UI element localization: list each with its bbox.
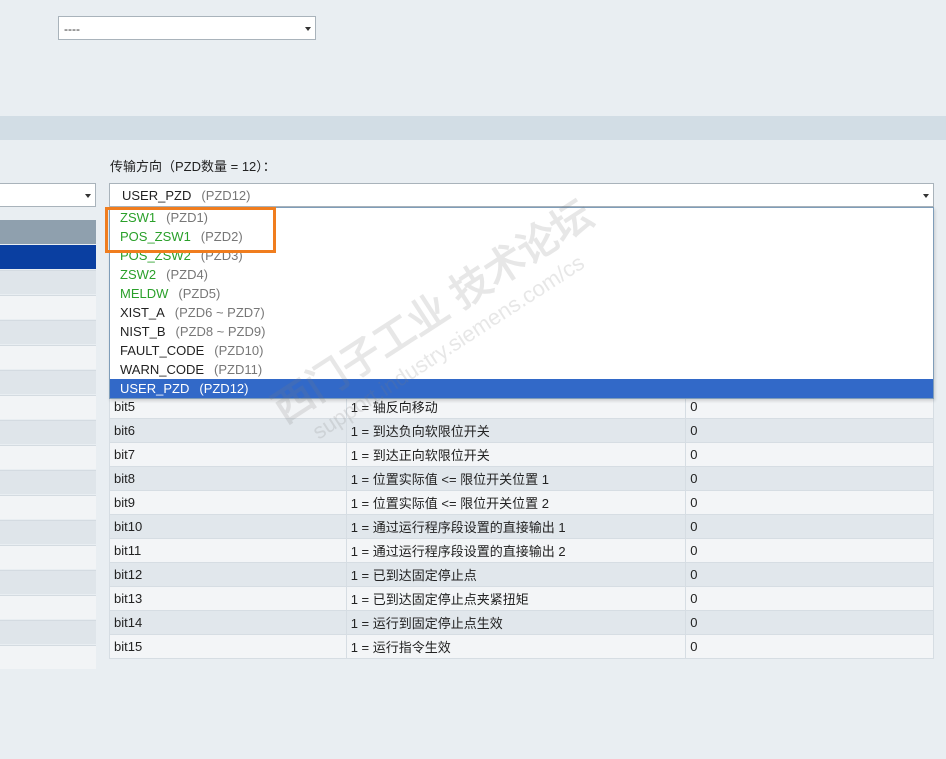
dropdown-option-name: WARN_CODE [120, 362, 205, 377]
dropdown-option-name: XIST_A [120, 305, 165, 320]
table-row[interactable]: bit8 1 = 位置实际值 <= 限位开关位置 10 [109, 466, 934, 491]
value-cell: 0 [685, 562, 934, 587]
left-table-row[interactable] [0, 520, 96, 544]
bit-cell: bit9 [109, 490, 347, 515]
telegram-select-pzd: (PZD12) [201, 188, 251, 203]
description-cell: 1 = 到达负向软限位开关 [345, 418, 687, 443]
left-table-header [0, 220, 96, 244]
left-table-row[interactable] [0, 345, 96, 369]
value-cell: 0 [685, 442, 934, 467]
left-select[interactable] [0, 183, 96, 207]
description-cell: 1 = 已到达固定停止点夹紧扭矩 [345, 586, 687, 611]
left-table-row[interactable] [0, 595, 96, 619]
table-row[interactable]: bit7 1 = 到达正向软限位开关 0 [109, 442, 934, 467]
description-cell: 1 = 位置实际值 <= 限位开关位置 1 [345, 466, 687, 491]
chevron-down-icon[interactable] [923, 194, 929, 198]
dropdown-option[interactable]: XIST_A (PZD6 ~ PZD7) [110, 303, 933, 322]
left-table-row[interactable] [0, 620, 96, 644]
bit-cell: bit15 [109, 634, 347, 659]
value-cell: 0 [685, 610, 934, 635]
dropdown-option[interactable]: NIST_B (PZD8 ~ PZD9) [110, 322, 933, 341]
dropdown-option-pzd: (PZD11) [214, 362, 263, 377]
dropdown-option-pzd: (PZD10) [214, 343, 264, 358]
left-table-row[interactable] [0, 370, 96, 394]
description-cell: 1 = 到达正向软限位开关 [345, 442, 687, 467]
dropdown-option[interactable]: FAULT_CODE (PZD10) [110, 341, 933, 360]
description-cell: 1 = 已到达固定停止点 [345, 562, 687, 587]
dropdown-option[interactable]: USER_PZD (PZD12) [110, 379, 933, 398]
bit-cell: bit12 [109, 562, 347, 587]
table-row[interactable]: bit12 1 = 已到达固定停止点 0 [109, 562, 934, 587]
status-bit-table: bit5 1 = 轴反向移动 0 bit6 1 = 到达负向软限位开关 0 bit7 1 = … [109, 394, 934, 659]
left-table-row-selected[interactable] [0, 245, 96, 269]
value-cell: 0 [685, 418, 934, 443]
top-select[interactable]: ---- [58, 16, 316, 40]
table-row[interactable]: bit6 1 = 到达负向软限位开关 0 [109, 418, 934, 443]
dropdown-option-name: NIST_B [120, 324, 166, 339]
left-table-row[interactable] [0, 420, 96, 444]
dropdown-option[interactable]: MELDW (PZD5) [110, 284, 933, 303]
dropdown-option-pzd: (PZD5) [178, 286, 221, 301]
telegram-select-value: USER_PZD (PZD12) [122, 188, 250, 203]
value-cell: 0 [685, 514, 934, 539]
dropdown-option-pzd: (PZD4) [166, 267, 209, 282]
description-cell: 1 = 运行指令生效 [345, 634, 687, 659]
left-table-row[interactable] [0, 470, 96, 494]
bit-cell: bit8 [109, 466, 347, 491]
value-cell: 0 [685, 490, 934, 515]
left-table-row[interactable] [0, 270, 96, 294]
dropdown-option[interactable]: WARN_CODE (PZD11) [110, 360, 933, 379]
direction-label: 传输方向（PZD数量 = 12）： [110, 159, 276, 174]
table-row[interactable]: bit13 1 = 已到达固定停止点夹紧扭矩 0 [109, 586, 934, 611]
left-table-row[interactable] [0, 320, 96, 344]
dropdown-option-pzd: (PZD8 ~ PZD9) [175, 324, 266, 339]
left-table-row[interactable] [0, 645, 96, 669]
value-cell: 0 [685, 634, 934, 659]
dropdown-option[interactable]: ZSW2 (PZD4) [110, 265, 933, 284]
dropdown-option-name: USER_PZD [120, 381, 190, 396]
telegram-select-name: USER_PZD [122, 188, 192, 203]
value-cell: 0 [685, 538, 934, 563]
section-band [0, 116, 946, 140]
bit-cell: bit7 [109, 442, 347, 467]
dropdown-option-pzd: (PZD12) [199, 381, 249, 396]
bit-cell: bit11 [109, 538, 347, 563]
value-cell: 0 [685, 466, 934, 491]
chevron-down-icon[interactable] [305, 27, 311, 31]
left-table-row[interactable] [0, 445, 96, 469]
description-cell: 1 = 通过运行程序段设置的直接输出 2 [345, 538, 687, 563]
left-table-row[interactable] [0, 495, 96, 519]
table-row[interactable]: bit10 1 = 通过运行程序段设置的直接输出 10 [109, 514, 934, 539]
description-cell: 1 = 运行到固定停止点生效 [345, 610, 687, 635]
table-row[interactable]: bit11 1 = 通过运行程序段设置的直接输出 20 [109, 538, 934, 563]
bit-cell: bit6 [109, 418, 347, 443]
table-row[interactable]: bit9 1 = 位置实际值 <= 限位开关位置 20 [109, 490, 934, 515]
left-table-row[interactable] [0, 395, 96, 419]
dropdown-option-name: FAULT_CODE [120, 343, 205, 358]
description-cell: 1 = 通过运行程序段设置的直接输出 1 [345, 514, 687, 539]
top-select-value: ---- [64, 22, 80, 36]
left-table-row[interactable] [0, 545, 96, 569]
bit-cell: bit14 [109, 610, 347, 635]
left-table-row[interactable] [0, 295, 96, 319]
dropdown-option-pzd: (PZD6 ~ PZD7) [174, 305, 265, 320]
table-row[interactable]: bit15 1 = 运行指令生效 0 [109, 634, 934, 659]
left-table-row[interactable] [0, 570, 96, 594]
bit-cell: bit13 [109, 586, 347, 611]
table-row[interactable]: bit14 1 = 运行到固定停止点生效 0 [109, 610, 934, 635]
telegram-select[interactable]: USER_PZD (PZD12) [109, 183, 934, 207]
left-table-column [0, 220, 96, 670]
value-cell: 0 [685, 586, 934, 611]
dropdown-option-name: MELDW [120, 286, 169, 301]
highlight-box [105, 207, 276, 253]
dropdown-option-name: ZSW2 [120, 267, 157, 282]
chevron-down-icon[interactable] [85, 194, 91, 198]
description-cell: 1 = 位置实际值 <= 限位开关位置 2 [345, 490, 687, 515]
bit-cell: bit10 [109, 514, 347, 539]
